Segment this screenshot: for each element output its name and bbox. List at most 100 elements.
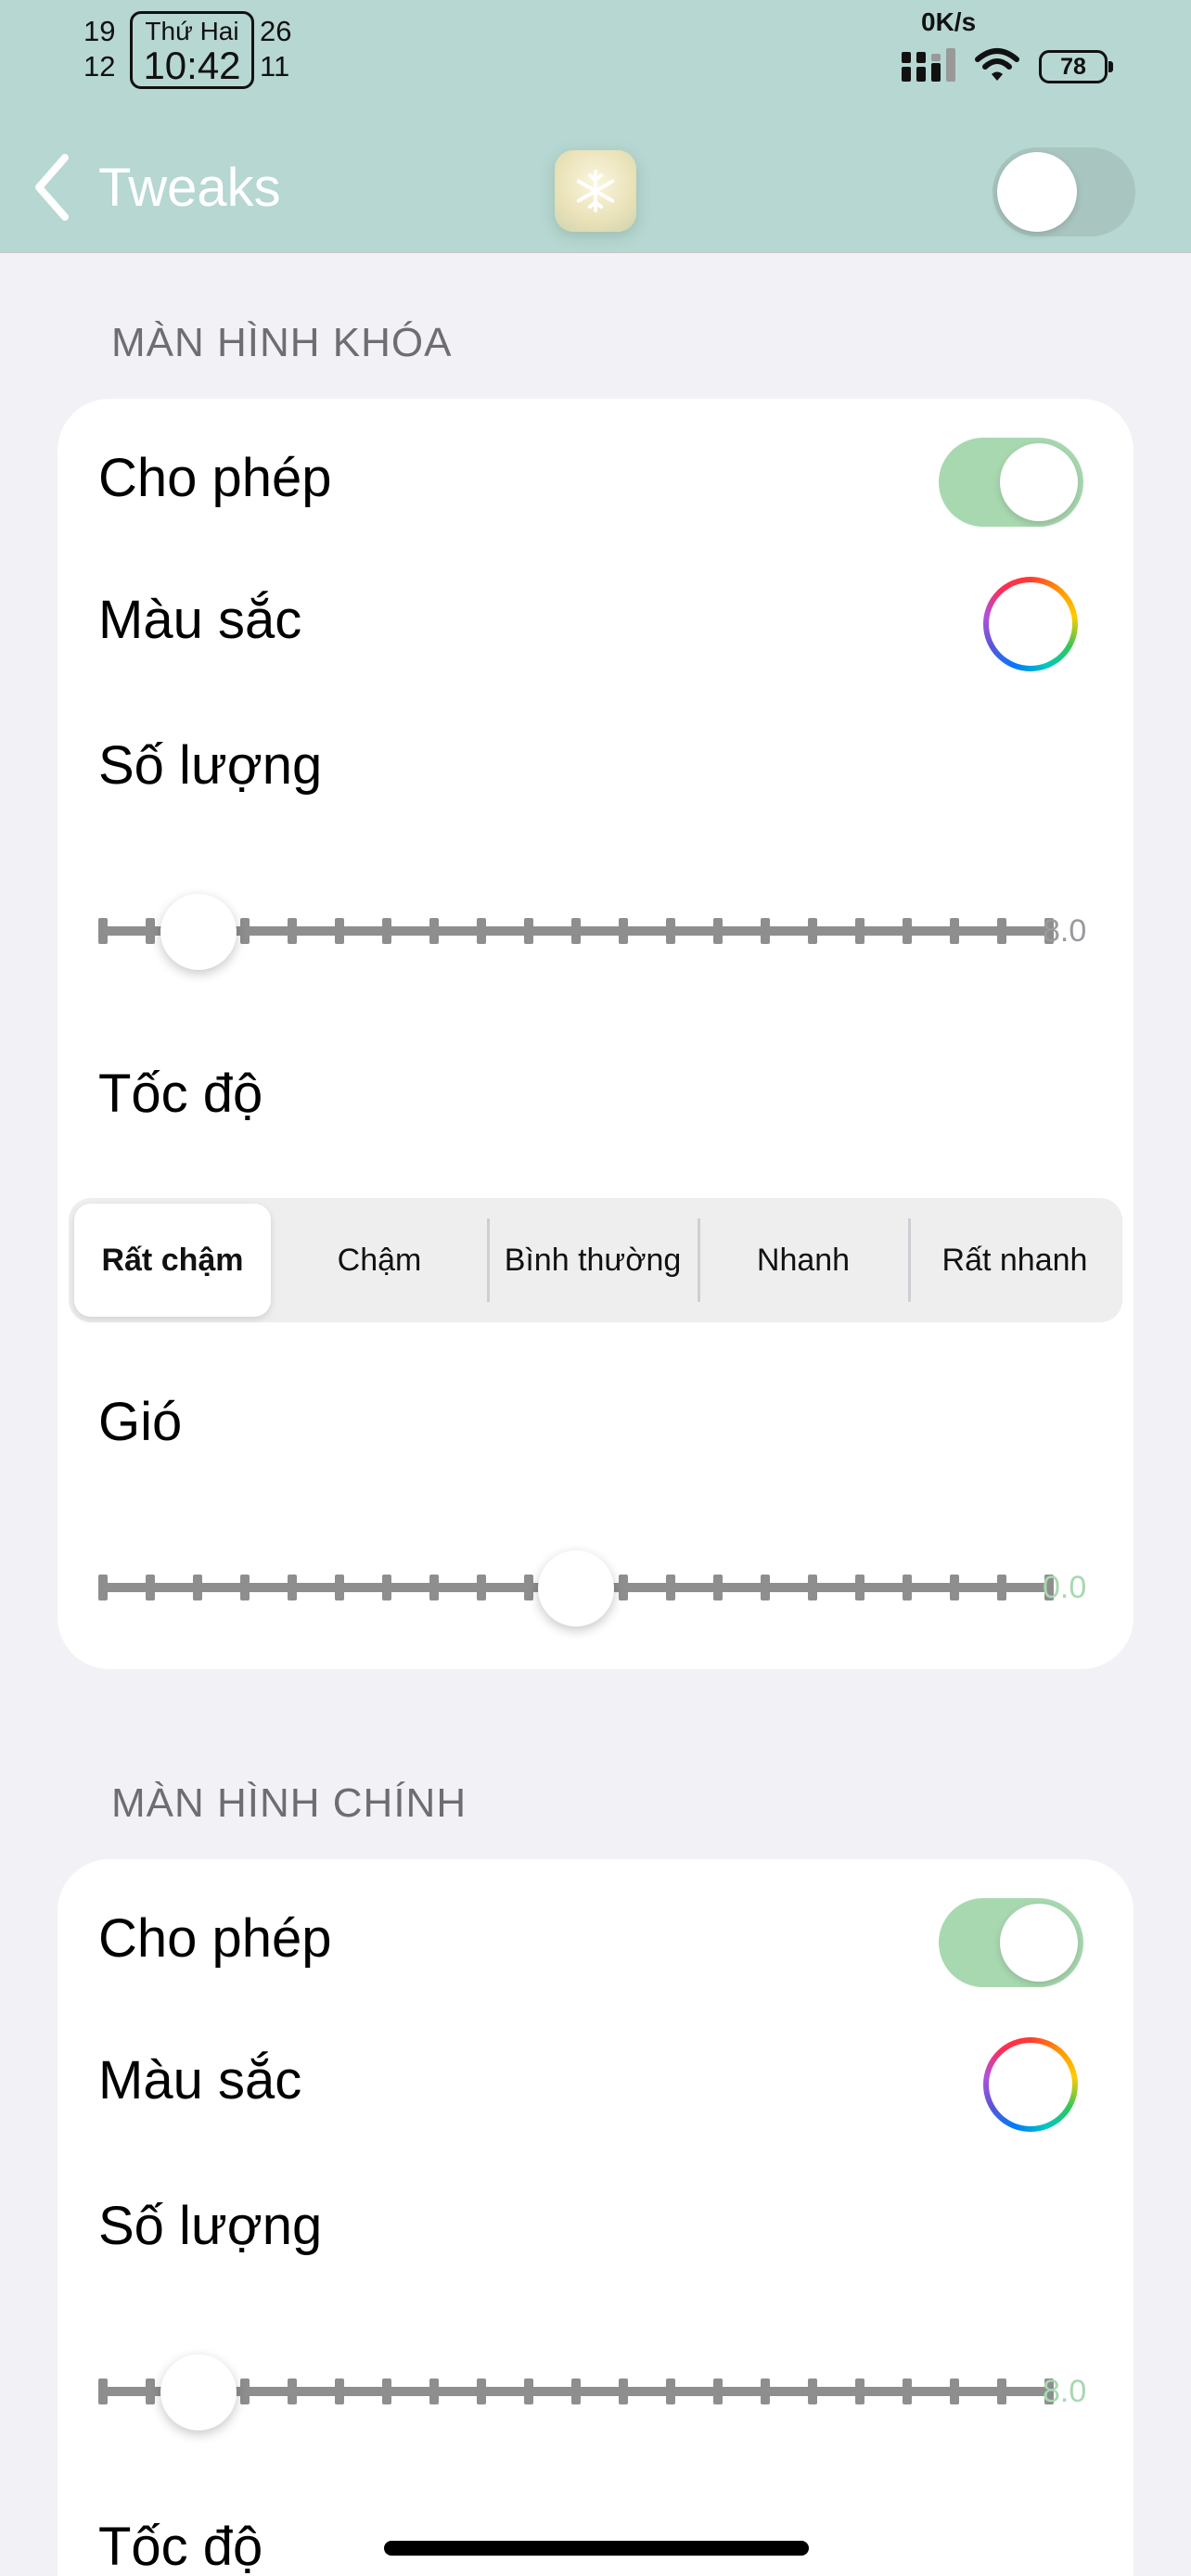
speed-label: Tốc độ — [98, 1064, 263, 1124]
speed-option-normal[interactable]: Bình thường — [490, 1198, 696, 1322]
slider-tick — [524, 918, 533, 944]
slider-tick — [997, 918, 1006, 944]
wind-slider[interactable] — [98, 1550, 1054, 1626]
slider-tick — [335, 918, 344, 944]
slider-tick — [761, 2378, 770, 2404]
slider-tick — [619, 918, 628, 944]
toggle-knob — [1000, 443, 1078, 521]
slider-tick — [429, 1575, 439, 1600]
slider-tick — [997, 2378, 1006, 2404]
slider-tick — [997, 1575, 1006, 1600]
home-screen-card: Cho phép Màu sắc Số lượng 8.0 Tốc độ — [58, 1859, 1133, 2576]
slider-tick — [477, 1575, 486, 1600]
slider-tick — [950, 2378, 959, 2404]
slider-tick — [98, 1575, 108, 1600]
speed-label: Tốc độ — [98, 2517, 263, 2576]
color-picker-well[interactable] — [983, 577, 1078, 671]
enable-label: Cho phép — [98, 1908, 332, 1969]
slider-tick — [240, 1575, 250, 1600]
slider-tick — [713, 2378, 723, 2404]
slider-thumb[interactable] — [160, 2354, 237, 2430]
amount-slider[interactable] — [98, 894, 1054, 970]
slider-thumb[interactable] — [538, 1550, 614, 1626]
speed-option-very-fast[interactable]: Rất nhanh — [911, 1198, 1119, 1322]
slider-tick — [713, 918, 723, 944]
slider-tick — [855, 1575, 864, 1600]
signal-bars-icon — [902, 48, 955, 82]
header: 19 12 Thứ Hai 10:42 26 11 0K/s 78 Tweaks — [0, 0, 1191, 253]
slider-tick — [950, 1575, 959, 1600]
slider-tick — [240, 918, 250, 944]
slider-tick — [903, 2378, 912, 2404]
slider-tick — [666, 918, 675, 944]
slider-tick — [808, 1575, 817, 1600]
master-toggle[interactable] — [992, 147, 1135, 236]
slider-tick — [477, 2378, 486, 2404]
slider-tick — [808, 2378, 817, 2404]
wind-label: Gió — [98, 1392, 183, 1452]
toggle-knob — [1000, 1904, 1078, 1982]
amount-label: Số lượng — [98, 2196, 323, 2256]
slider-tick — [950, 918, 959, 944]
slider-tick — [524, 1575, 533, 1600]
enable-toggle[interactable] — [939, 1898, 1083, 1987]
slider-tick — [903, 1575, 912, 1600]
snowflake-icon — [576, 170, 615, 212]
slider-tick — [903, 918, 912, 944]
slider-tick — [288, 918, 297, 944]
back-button[interactable]: Tweaks — [33, 150, 281, 224]
section-header-home-screen: MÀN HÌNH CHÍNH — [111, 1780, 467, 1826]
slider-tick — [193, 1575, 202, 1600]
home-indicator — [384, 2541, 809, 2556]
speed-segmented-control: Rất chậm Chậm Bình thường Nhanh Rất nhan… — [69, 1198, 1122, 1322]
clock-box: Thứ Hai 10:42 — [130, 11, 254, 89]
wind-value: 0.0 — [1043, 1570, 1087, 1605]
slider-tick — [98, 2378, 108, 2404]
slider-tick — [240, 2378, 250, 2404]
color-label: Màu sắc — [98, 2050, 302, 2111]
slider-tick — [855, 2378, 864, 2404]
slider-tick — [335, 1575, 344, 1600]
amount-slider[interactable] — [98, 2354, 1054, 2430]
date-bottom-left: 12 — [83, 50, 116, 83]
speed-option-slow[interactable]: Chậm — [276, 1198, 482, 1322]
slider-tick — [619, 2378, 628, 2404]
clock-time: 10:42 — [143, 44, 241, 87]
slider-tick — [146, 1575, 155, 1600]
amount-value: 8.0 — [1043, 2374, 1087, 2409]
slider-tick — [761, 918, 770, 944]
enable-toggle[interactable] — [939, 438, 1083, 527]
section-header-lock-screen: MÀN HÌNH KHÓA — [111, 320, 453, 365]
enable-label: Cho phép — [98, 448, 332, 508]
slider-tick — [382, 918, 391, 944]
slider-tick — [808, 918, 817, 944]
slider-tick — [382, 2378, 391, 2404]
speed-option-fast[interactable]: Nhanh — [700, 1198, 906, 1322]
slider-tick — [429, 2378, 439, 2404]
slider-tick — [335, 2378, 344, 2404]
slider-tick — [429, 918, 439, 944]
color-picker-well[interactable] — [983, 2037, 1078, 2132]
slider-tick — [146, 918, 155, 944]
slider-tick — [382, 1575, 391, 1600]
slider-tick — [666, 1575, 675, 1600]
amount-label: Số lượng — [98, 735, 323, 796]
battery-icon: 78 — [1039, 50, 1113, 83]
slider-thumb[interactable] — [160, 894, 237, 970]
wifi-icon — [975, 48, 1019, 81]
back-label: Tweaks — [98, 157, 281, 218]
date-top-right: 26 — [260, 15, 292, 47]
slider-tick — [713, 1575, 723, 1600]
amount-value: 8.0 — [1043, 913, 1087, 949]
slider-tick — [666, 2378, 675, 2404]
date-bottom-right: 11 — [260, 50, 290, 83]
slider-tick — [288, 1575, 297, 1600]
snowflake-app-icon — [555, 150, 636, 232]
slider-tick — [571, 918, 581, 944]
network-speed: 0K/s — [921, 7, 977, 36]
slider-tick — [146, 2378, 155, 2404]
slider-tick — [571, 2378, 581, 2404]
slider-tick — [98, 918, 108, 944]
speed-option-very-slow[interactable]: Rất chậm — [74, 1204, 271, 1317]
settings-screen: 19 12 Thứ Hai 10:42 26 11 0K/s 78 Tweaks… — [0, 0, 1191, 2576]
